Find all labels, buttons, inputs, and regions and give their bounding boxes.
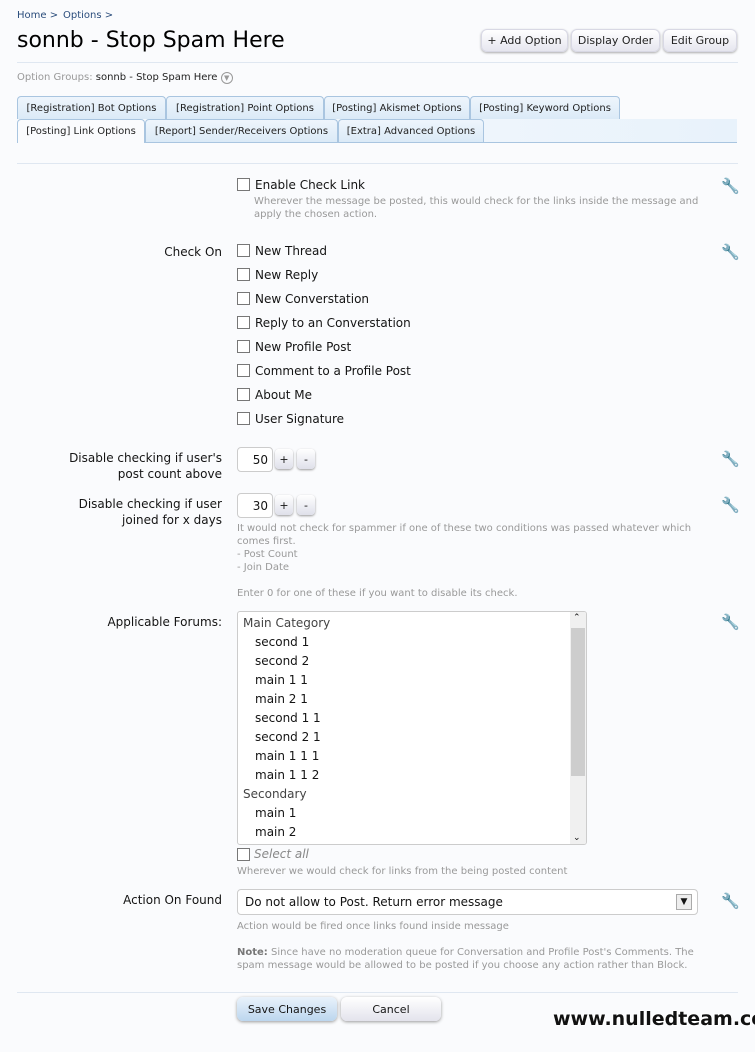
join-days-hint-2: comes first. (237, 536, 296, 547)
scroll-down-icon[interactable]: ⌄ (573, 833, 581, 843)
check-on-checkbox[interactable] (237, 292, 250, 305)
join-days-hint-3: - Post Count (237, 549, 298, 560)
forum-option[interactable]: second 1 1 (255, 711, 321, 725)
forums-hint: Wherever we would check for links from t… (237, 866, 568, 877)
forum-option[interactable]: main 2 1 (255, 692, 308, 706)
tab-posting-link[interactable]: [Posting] Link Options (17, 119, 145, 143)
forum-category[interactable]: Main Category (243, 616, 330, 630)
action-on-found-label: Action On Found (123, 893, 222, 907)
divider (17, 992, 738, 993)
wrench-icon[interactable]: 🔧 (721, 243, 740, 261)
check-on-item-label: User Signature (255, 412, 345, 426)
cancel-button[interactable]: Cancel (341, 997, 441, 1021)
option-groups: Option Groups: sonnb - Stop Spam Here ▼ (17, 72, 233, 84)
post-count-label-2: post count above (117, 467, 222, 481)
select-all-label: Select all (254, 847, 309, 861)
forum-option[interactable]: main 2 (255, 825, 296, 839)
check-on-checkbox[interactable] (237, 340, 250, 353)
check-on-item-label: New Profile Post (255, 340, 352, 354)
post-count-input[interactable]: 50 (237, 447, 273, 472)
check-on-item-label: About Me (255, 388, 313, 402)
forum-option[interactable]: main 1 1 2 (255, 768, 319, 782)
wrench-icon[interactable]: 🔧 (721, 892, 740, 910)
select-all-checkbox[interactable] (237, 848, 250, 861)
check-on-item-label: New Reply (255, 268, 319, 282)
tab-registration-bot[interactable]: [Registration] Bot Options (17, 96, 166, 119)
action-hint: Action would be fired once links found i… (237, 921, 509, 932)
action-select[interactable]: Do not allow to Post. Return error messa… (237, 889, 698, 915)
display-order-button[interactable]: Display Order (571, 29, 660, 52)
scroll-up-icon[interactable]: ⌃ (573, 613, 581, 623)
divider (17, 163, 738, 164)
join-days-input[interactable]: 30 (237, 493, 273, 518)
forum-option[interactable]: main 1 1 (255, 673, 308, 687)
forum-option[interactable]: second 2 (255, 654, 309, 668)
add-option-button[interactable]: + Add Option (481, 29, 568, 52)
divider (17, 62, 738, 63)
tab-extra-advanced[interactable]: [Extra] Advanced Options (338, 119, 484, 142)
wrench-icon[interactable]: 🔧 (721, 613, 740, 631)
applicable-forums-label: Applicable Forums: (107, 615, 222, 629)
join-days-label-2: joined for x days (122, 513, 222, 527)
save-changes-button[interactable]: Save Changes (237, 997, 337, 1021)
check-on-item-label: Comment to a Profile Post (255, 364, 411, 378)
post-count-label: Disable checking if user's (69, 451, 222, 465)
page-title: sonnb - Stop Spam Here (17, 28, 285, 53)
enable-check-link-checkbox[interactable] (237, 178, 250, 191)
breadcrumb-options[interactable]: Options > (63, 10, 113, 21)
action-note-2: spam message would be allowed to be post… (237, 960, 688, 971)
check-on-checkbox[interactable] (237, 316, 250, 329)
check-on-label: Check On (164, 245, 222, 259)
scrollbar[interactable]: ⌃ ⌄ (570, 612, 586, 844)
post-count-decrement[interactable]: - (297, 449, 315, 469)
action-select-value: Do not allow to Post. Return error messa… (245, 895, 503, 909)
edit-group-button[interactable]: Edit Group (663, 29, 737, 52)
check-on-checkbox[interactable] (237, 268, 250, 281)
breadcrumb-home[interactable]: Home > (17, 10, 58, 21)
check-on-checkbox[interactable] (237, 244, 250, 257)
check-on-item-label: New Converstation (255, 292, 370, 306)
join-days-increment[interactable]: + (275, 495, 293, 515)
watermark: www.nulledteam.com (553, 1008, 755, 1030)
check-on-item-label: New Thread (255, 244, 327, 258)
option-group-selector[interactable]: sonnb - Stop Spam Here (96, 72, 218, 83)
join-days-hint-1: It would not check for spammer if one of… (237, 523, 692, 534)
tab-posting-keyword[interactable]: [Posting] Keyword Options (470, 96, 620, 119)
check-on-checkbox[interactable] (237, 412, 250, 425)
forum-category[interactable]: Secondary (243, 787, 307, 801)
tab-underline (145, 142, 737, 143)
join-days-hint-4: - Join Date (237, 562, 290, 573)
tab-posting-akismet[interactable]: [Posting] Akismet Options (324, 96, 470, 119)
wrench-icon[interactable]: 🔧 (721, 450, 740, 468)
wrench-icon[interactable]: 🔧 (721, 177, 740, 195)
enable-hint: Wherever the message be posted, this wou… (254, 196, 699, 220)
check-on-checkbox[interactable] (237, 364, 250, 377)
scrollbar-thumb[interactable] (571, 628, 585, 776)
forums-listbox[interactable]: ⌃ ⌄ Main Category second 1 second 2 main 1 … (237, 611, 587, 845)
enable-check-link-label: Enable Check Link (255, 178, 365, 192)
tab-report-sender[interactable]: [Report] Sender/Receivers Options (145, 119, 338, 142)
forum-option[interactable]: second 2 1 (255, 730, 321, 744)
join-days-decrement[interactable]: - (297, 495, 315, 515)
action-note: Note: Since have no moderation queue for… (237, 947, 694, 958)
forum-option[interactable]: main 1 (255, 806, 296, 820)
tab-registration-point[interactable]: [Registration] Point Options (166, 96, 324, 119)
forum-option[interactable]: main 1 1 1 (255, 749, 319, 763)
post-count-increment[interactable]: + (275, 449, 293, 469)
check-on-item-label: Reply to an Converstation (255, 316, 411, 330)
join-days-label: Disable checking if user (78, 497, 222, 511)
forum-option[interactable]: second 1 (255, 635, 309, 649)
check-on-checkbox[interactable] (237, 388, 250, 401)
chevron-down-icon[interactable]: ▼ (220, 72, 233, 84)
chevron-down-icon[interactable]: ▼ (676, 894, 692, 910)
wrench-icon[interactable]: 🔧 (721, 496, 740, 514)
join-days-hint-5: Enter 0 for one of these if you want to … (237, 588, 518, 599)
